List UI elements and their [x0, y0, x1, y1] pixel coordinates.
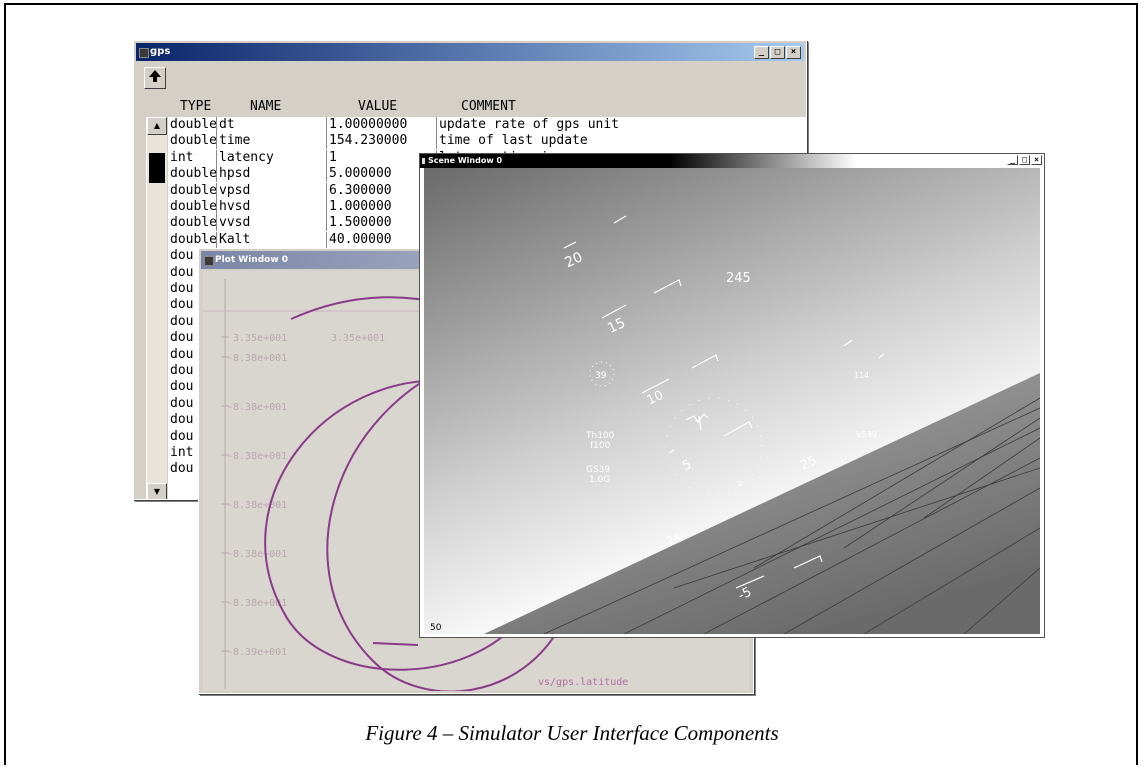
g-load-readout: 1.0G — [589, 475, 610, 485]
maximize-button[interactable]: □ — [1019, 155, 1030, 165]
cell-value[interactable]: 1.00000000 — [326, 117, 436, 133]
plot-window-title: Plot Window 0 — [215, 255, 289, 265]
hud-canvas: 20 245 15 39 10 114 Th100 f100 VS39 5 GS… — [424, 168, 1040, 634]
vertical-scrollbar[interactable]: ▲ ▼ — [146, 117, 167, 499]
cell-value[interactable]: 154.230000 — [326, 133, 436, 150]
scroll-thumb[interactable] — [149, 153, 165, 183]
cell-name: hpsd — [216, 166, 326, 183]
y-tick-label: -8.38e+001 — [227, 451, 287, 462]
altitude-readout: 114 — [854, 371, 869, 380]
groundspeed-readout: GS39 — [586, 465, 610, 475]
y-tick-label: -8.38e+001 — [227, 500, 287, 511]
cell-type: double — [170, 133, 216, 149]
plot-axis-label: vs/gps.latitude — [538, 677, 628, 688]
cell-name: hvsd — [216, 199, 326, 215]
scroll-down-button[interactable]: ▼ — [147, 483, 167, 499]
scene-window[interactable]: Scene Window 0 _ □ × 20 245 15 39 10 114… — [419, 153, 1045, 638]
table-row[interactable]: double time 154.230000 time of last update — [168, 133, 806, 150]
header-value[interactable]: VALUE — [358, 99, 397, 114]
cell-type: double — [170, 182, 216, 198]
x-tick-label: 3.35e+001 — [233, 333, 287, 344]
heading-readout: 245 — [726, 271, 751, 286]
up-arrow-icon — [149, 70, 161, 82]
cell-name: dt — [216, 117, 326, 133]
cell-name: Kalt — [216, 231, 326, 248]
header-type[interactable]: TYPE — [180, 99, 211, 114]
cell-comment: update rate of gps unit — [436, 117, 806, 133]
up-level-button[interactable] — [144, 67, 166, 89]
cell-name: latency — [216, 149, 326, 166]
app-icon — [139, 48, 149, 58]
cell-type: double — [170, 215, 216, 231]
cell-type: double — [170, 231, 216, 247]
minimize-button[interactable]: _ — [1007, 155, 1018, 165]
thrust-readout: Th100 — [585, 431, 615, 441]
dial-mark: 2 — [738, 480, 742, 488]
gps-titlebar[interactable]: gps _ □ × — [136, 43, 804, 61]
cell-comment: time of last update — [436, 133, 806, 150]
close-button[interactable]: × — [1031, 155, 1042, 165]
cell-name: vvsd — [216, 215, 326, 232]
y-tick-label: -8.38e+001 — [227, 549, 287, 560]
header-comment[interactable]: COMMENT — [461, 99, 516, 114]
scene-window-title: Scene Window 0 — [428, 156, 503, 165]
y-tick-label: -8.38e+001 — [227, 402, 287, 413]
close-button[interactable]: × — [786, 46, 801, 59]
scene-titlebar[interactable]: Scene Window 0 _ □ × — [420, 154, 1044, 168]
figure-caption: Figure 4 – Simulator User Interface Comp… — [365, 721, 779, 745]
cell-type: double — [170, 199, 216, 214]
cell-type: int — [170, 149, 194, 165]
app-icon — [204, 256, 214, 266]
flaps-readout: f100 — [590, 441, 611, 451]
maximize-button[interactable]: □ — [770, 46, 785, 59]
frame-counter: 50 — [430, 623, 442, 633]
scroll-up-button[interactable]: ▲ — [147, 117, 167, 135]
app-icon — [422, 158, 425, 164]
cell-name: vpsd — [216, 182, 326, 199]
cell-name: time — [216, 133, 326, 150]
speed-readout: 39 — [595, 371, 607, 381]
vsi-readout: VS39 — [856, 430, 877, 439]
x-tick-label: 3.35e+001 — [331, 333, 385, 344]
cell-type: double — [170, 117, 216, 132]
y-tick-labels: -8.38e+001 -8.38e+001 -8.38e+001 -8.38e+001… — [221, 336, 287, 658]
cell-type: double — [170, 166, 216, 182]
header-name[interactable]: NAME — [250, 99, 281, 114]
y-tick-label: -8.39e+001 — [227, 647, 287, 658]
gps-window-title: gps — [150, 46, 171, 57]
table-row[interactable]: double dt 1.00000000 update rate of gps uni… — [168, 117, 806, 133]
minimize-button[interactable]: _ — [754, 46, 769, 59]
y-tick-label: -8.38e+001 — [227, 353, 287, 364]
scene-view[interactable]: 20 245 15 39 10 114 Th100 f100 VS39 5 GS… — [424, 168, 1040, 634]
